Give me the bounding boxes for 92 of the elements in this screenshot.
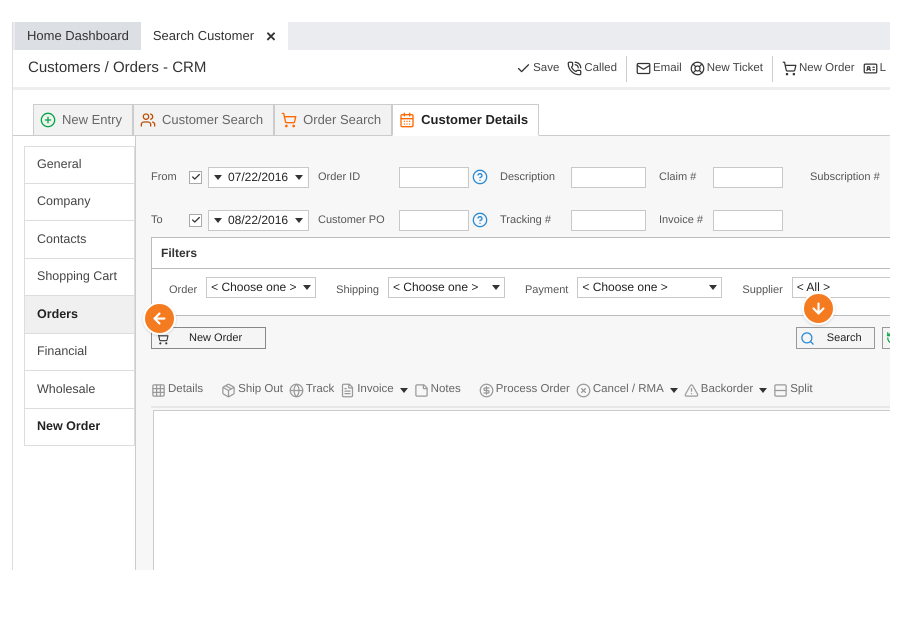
section-tab[interactable]: Customer Search bbox=[132, 104, 274, 136]
section-tab[interactable]: Order Search bbox=[274, 104, 392, 136]
toolbar-button[interactable]: Ship Out bbox=[221, 381, 283, 399]
phone-icon bbox=[567, 61, 582, 76]
tracking-field[interactable] bbox=[571, 210, 646, 230]
claim-field[interactable] bbox=[713, 166, 783, 188]
checkbox[interactable] bbox=[189, 170, 202, 184]
toolbar-button[interactable]: Split bbox=[773, 381, 813, 399]
filter-label: Order bbox=[169, 283, 198, 298]
caret-icon bbox=[709, 284, 718, 290]
window-tab[interactable]: Search Customer × bbox=[140, 22, 288, 50]
filter-label: Payment bbox=[524, 283, 568, 298]
grid-icon bbox=[151, 382, 166, 398]
toolbar-button[interactable]: Track bbox=[288, 381, 334, 399]
toolbar-button[interactable]: Called bbox=[563, 60, 621, 78]
toolbar-button[interactable]: Process Order bbox=[478, 381, 570, 399]
field-label: Order ID bbox=[317, 170, 362, 185]
section-tab[interactable]: New Entry bbox=[33, 104, 133, 136]
description-field[interactable] bbox=[571, 166, 646, 188]
help-icon[interactable] bbox=[472, 169, 488, 185]
people-icon bbox=[140, 112, 156, 128]
globe-icon bbox=[288, 382, 304, 398]
toolbar-button[interactable]: Notes bbox=[414, 381, 461, 399]
field-label: From bbox=[151, 170, 178, 185]
field-label: Subscription # bbox=[809, 170, 881, 185]
help-icon[interactable] bbox=[472, 212, 488, 228]
date-picker[interactable]: 08/22/2016 bbox=[208, 210, 309, 230]
caret-icon bbox=[759, 388, 768, 392]
date-picker[interactable]: 07/22/2016 bbox=[208, 166, 309, 188]
document-icon bbox=[340, 382, 356, 398]
coin-icon bbox=[478, 382, 494, 398]
toolbar-button[interactable]: Invoice bbox=[340, 381, 408, 399]
toolbar-button[interactable]: New Ticket bbox=[686, 60, 767, 78]
caret-icon bbox=[295, 174, 303, 180]
caret-icon bbox=[492, 284, 500, 290]
filter-label: Supplier bbox=[742, 283, 783, 298]
toolbar-button[interactable]: New Order bbox=[778, 60, 859, 78]
window-tab[interactable]: Home Dashboard bbox=[15, 22, 141, 50]
sidebar-item[interactable]: Financial bbox=[24, 334, 135, 371]
sidebar-item[interactable]: New Order bbox=[24, 408, 135, 446]
toolbar-button[interactable]: Backorder bbox=[684, 381, 768, 399]
sidebar-item[interactable]: Company bbox=[24, 184, 135, 221]
field-label: Description bbox=[500, 170, 556, 185]
cart-icon bbox=[782, 61, 797, 76]
cancel-icon bbox=[576, 382, 591, 398]
page-title: Customers / Orders - CRM bbox=[28, 58, 206, 78]
sidebar-item[interactable]: Contacts bbox=[24, 221, 135, 258]
lifebuoy-icon bbox=[690, 61, 705, 76]
warning-icon bbox=[684, 382, 699, 398]
sidebar-item[interactable]: Orders bbox=[24, 296, 135, 334]
checkbox[interactable] bbox=[189, 214, 202, 226]
field-label: Claim # bbox=[658, 170, 698, 185]
split-icon bbox=[773, 382, 788, 398]
toolbar-button[interactable]: Cancel / RMA bbox=[576, 381, 678, 399]
customer-po-field[interactable] bbox=[399, 210, 469, 230]
field-label: Invoice # bbox=[658, 212, 704, 228]
sidebar-item[interactable]: General bbox=[24, 146, 135, 184]
close-icon[interactable]: × bbox=[266, 28, 276, 44]
id-card-icon bbox=[862, 61, 878, 76]
note-icon bbox=[414, 382, 429, 398]
caret-icon bbox=[214, 218, 222, 222]
caret-icon bbox=[670, 388, 678, 392]
search-icon bbox=[800, 330, 815, 346]
cart-icon bbox=[281, 112, 298, 128]
dropdown[interactable]: < All > bbox=[792, 276, 890, 298]
dropdown[interactable]: < Choose one > bbox=[388, 276, 505, 298]
caret-icon bbox=[303, 284, 312, 290]
envelope-icon bbox=[636, 61, 651, 76]
dropdown[interactable]: < Choose one > bbox=[577, 276, 722, 298]
toolbar-button[interactable]: Email bbox=[632, 60, 686, 78]
calendar-icon bbox=[399, 112, 416, 128]
sidebar-item[interactable]: Wholesale bbox=[24, 371, 135, 408]
sidebar-item[interactable]: Shopping Cart bbox=[24, 258, 135, 296]
search-button[interactable]: Search bbox=[796, 327, 875, 349]
toolbar-button[interactable]: Save bbox=[512, 60, 564, 78]
caret-icon bbox=[400, 388, 408, 392]
filter-label: Shipping bbox=[336, 283, 379, 298]
caret-icon bbox=[295, 218, 303, 222]
package-icon bbox=[221, 382, 236, 398]
order-id-field[interactable] bbox=[399, 166, 469, 188]
panel-title: Filters bbox=[161, 245, 198, 262]
field-label: Tracking # bbox=[500, 212, 552, 228]
caret-icon bbox=[214, 174, 222, 180]
invoice-field[interactable] bbox=[713, 210, 783, 230]
toolbar-button[interactable]: L bbox=[858, 60, 890, 78]
dropdown[interactable]: < Choose one > bbox=[206, 276, 316, 298]
field-label: To bbox=[151, 212, 164, 228]
toolbar-button[interactable]: Details bbox=[151, 381, 204, 399]
field-label: Customer PO bbox=[317, 212, 386, 228]
plus-icon bbox=[40, 112, 56, 128]
section-tab[interactable]: Customer Details bbox=[392, 104, 540, 136]
new-order-button[interactable]: New Order bbox=[151, 327, 266, 349]
